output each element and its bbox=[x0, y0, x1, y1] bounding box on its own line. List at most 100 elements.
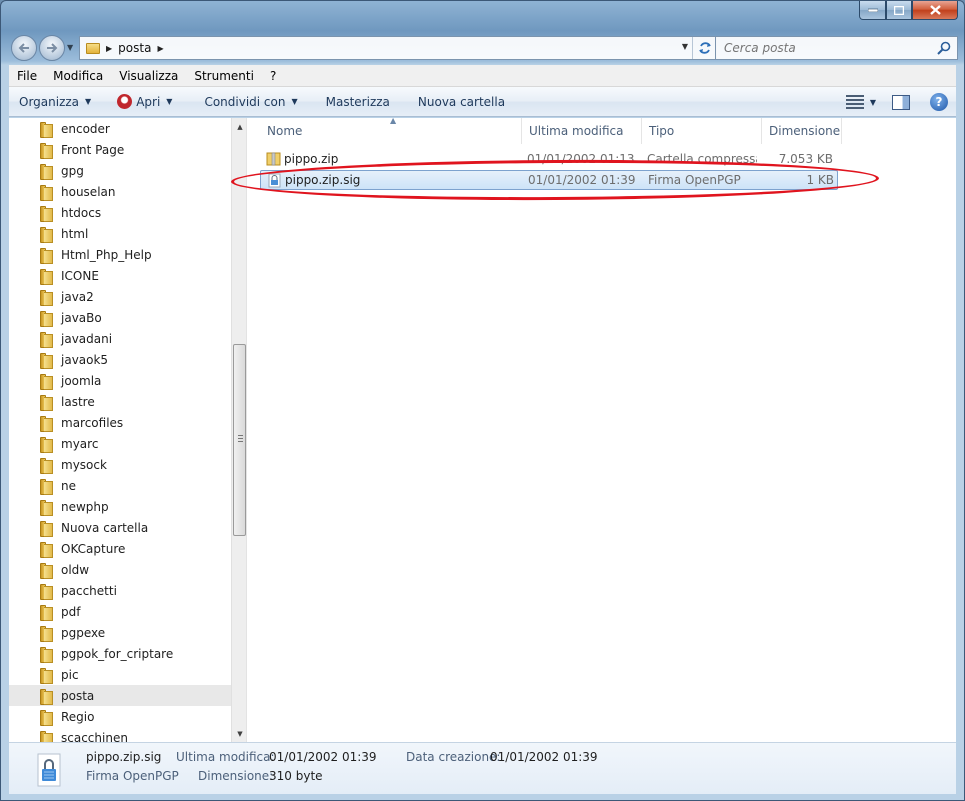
tree-item-label: marcofiles bbox=[61, 415, 124, 430]
tree-item-scacchinen[interactable]: scacchinen bbox=[9, 727, 231, 742]
chevron-right-icon[interactable]: ▶ bbox=[106, 44, 112, 53]
tree-item-label: mysock bbox=[61, 457, 107, 472]
tree-item-oldw[interactable]: oldw bbox=[9, 559, 231, 580]
forward-arrow-icon bbox=[47, 43, 58, 53]
tree-item-pacchetti[interactable]: pacchetti bbox=[9, 580, 231, 601]
tree-item-label: javadani bbox=[61, 331, 113, 346]
tree-item-javabo[interactable]: javaBo bbox=[9, 307, 231, 328]
tree-item-lastre[interactable]: lastre bbox=[9, 391, 231, 412]
tree-item-pdf[interactable]: pdf bbox=[9, 601, 231, 622]
change-view-icon[interactable] bbox=[845, 95, 864, 109]
menu-help[interactable]: ? bbox=[262, 69, 284, 83]
close-button[interactable] bbox=[912, 1, 958, 20]
tree-item-javaok5[interactable]: javaok5 bbox=[9, 349, 231, 370]
folder-icon bbox=[39, 520, 53, 537]
details-file-type: Firma OpenPGP bbox=[86, 769, 179, 783]
tree-item-label: javaBo bbox=[61, 310, 102, 325]
file-list: Nome ▲ Ultima modifica Tipo Dimensione p… bbox=[248, 116, 956, 742]
help-icon[interactable]: ? bbox=[930, 93, 948, 111]
tree-item-htdocs[interactable]: htdocs bbox=[9, 202, 231, 223]
minimize-button[interactable] bbox=[859, 1, 886, 20]
search-box[interactable] bbox=[715, 36, 958, 60]
menu-modifica[interactable]: Modifica bbox=[45, 69, 111, 83]
refresh-button[interactable] bbox=[692, 37, 716, 59]
tree-item-marcofiles[interactable]: marcofiles bbox=[9, 412, 231, 433]
tree-item-joomla[interactable]: joomla bbox=[9, 370, 231, 391]
tree-item-posta[interactable]: posta bbox=[9, 685, 231, 706]
folder-icon bbox=[39, 415, 53, 432]
navigation-pane: encoder Front Page gpg houselan htdocs h… bbox=[9, 118, 247, 742]
tree-item-nuova-cartella[interactable]: Nuova cartella bbox=[9, 517, 231, 538]
tree-item-gpg[interactable]: gpg bbox=[9, 160, 231, 181]
open-label: Apri bbox=[136, 94, 161, 109]
tree-item-java2[interactable]: java2 bbox=[9, 286, 231, 307]
address-dropdown-icon[interactable]: ▼ bbox=[682, 42, 688, 51]
tree-item-myarc[interactable]: myarc bbox=[9, 433, 231, 454]
file-name: pippo.zip bbox=[284, 152, 339, 166]
open-button[interactable]: Apri ▼ bbox=[107, 90, 182, 114]
folder-icon bbox=[39, 121, 53, 138]
view-options-dropdown-icon[interactable]: ▼ bbox=[870, 98, 876, 107]
tree-item-encoder[interactable]: encoder bbox=[9, 118, 231, 139]
new-folder-button[interactable]: Nuova cartella bbox=[408, 90, 515, 114]
scroll-up-arrow-icon[interactable]: ▲ bbox=[232, 118, 246, 135]
menu-strumenti[interactable]: Strumenti bbox=[186, 69, 262, 83]
address-bar[interactable]: ▶ posta ▶ ▼ bbox=[79, 36, 717, 60]
caption-buttons bbox=[859, 1, 958, 21]
back-arrow-icon bbox=[18, 43, 29, 53]
column-header-label: Ultima modifica bbox=[529, 124, 624, 138]
tree-item-regio[interactable]: Regio bbox=[9, 706, 231, 727]
recent-pages-dropdown[interactable]: ▼ bbox=[67, 43, 77, 53]
menu-file[interactable]: File bbox=[9, 69, 45, 83]
tree-item-pic[interactable]: pic bbox=[9, 664, 231, 685]
tree-item-label: Html_Php_Help bbox=[61, 247, 152, 262]
burn-button[interactable]: Masterizza bbox=[316, 90, 400, 114]
tree-scrollbar[interactable]: ▲ ▼ bbox=[231, 118, 246, 742]
column-header-size[interactable]: Dimensione bbox=[762, 118, 842, 144]
tree-item-html-php-help[interactable]: Html_Php_Help bbox=[9, 244, 231, 265]
folder-icon bbox=[39, 289, 53, 306]
maximize-button[interactable] bbox=[886, 1, 912, 20]
chevron-right-icon[interactable]: ▶ bbox=[157, 44, 163, 53]
gpg-app-icon bbox=[117, 94, 133, 109]
folder-icon bbox=[39, 562, 53, 579]
column-header-type[interactable]: Tipo bbox=[642, 118, 762, 144]
search-icon[interactable] bbox=[937, 41, 951, 55]
navigation-bar: ▼ ▶ posta ▶ ▼ bbox=[9, 33, 958, 61]
tree-item-label: Nuova cartella bbox=[61, 520, 149, 535]
tree-item-okcapture[interactable]: OKCapture bbox=[9, 538, 231, 559]
tree-item-mysock[interactable]: mysock bbox=[9, 454, 231, 475]
tree-item-houselan[interactable]: houselan bbox=[9, 181, 231, 202]
tree-item-pgpexe[interactable]: pgpexe bbox=[9, 622, 231, 643]
tree-item-front-page[interactable]: Front Page bbox=[9, 139, 231, 160]
column-header-modified[interactable]: Ultima modifica bbox=[522, 118, 642, 144]
tree-item-newphp[interactable]: newphp bbox=[9, 496, 231, 517]
folder-icon bbox=[39, 226, 53, 243]
column-header-name[interactable]: Nome ▲ bbox=[260, 116, 522, 144]
tree-item-html[interactable]: html bbox=[9, 223, 231, 244]
refresh-icon bbox=[698, 42, 711, 54]
scrollbar-thumb[interactable] bbox=[233, 344, 246, 536]
folder-icon bbox=[39, 142, 53, 159]
details-size-label: Dimensione: bbox=[198, 769, 274, 783]
tree-item-label: oldw bbox=[61, 562, 90, 577]
breadcrumb-posta[interactable]: posta bbox=[118, 41, 151, 55]
explorer-window: ▼ ▶ posta ▶ ▼ File Modifica Visualizza S… bbox=[0, 0, 965, 801]
preview-pane-icon[interactable] bbox=[892, 94, 910, 110]
grip-icon bbox=[238, 435, 243, 442]
scroll-down-arrow-icon[interactable]: ▼ bbox=[232, 725, 246, 742]
maximize-icon bbox=[894, 5, 904, 15]
back-button[interactable] bbox=[11, 35, 37, 61]
tree-item-label: pgpok_for_criptare bbox=[61, 646, 174, 661]
tree-item-ne[interactable]: ne bbox=[9, 475, 231, 496]
tree-item-pgpok-for-criptare[interactable]: pgpok_for_criptare bbox=[9, 643, 231, 664]
tree-item-icone[interactable]: ICONE bbox=[9, 265, 231, 286]
folder-icon bbox=[39, 583, 53, 600]
tree-item-javadani[interactable]: javadani bbox=[9, 328, 231, 349]
menu-visualizza[interactable]: Visualizza bbox=[111, 69, 186, 83]
share-button[interactable]: Condividi con ▼ bbox=[194, 90, 307, 114]
tree-item-label: ne bbox=[61, 478, 76, 493]
forward-button[interactable] bbox=[39, 35, 65, 61]
search-input[interactable] bbox=[724, 41, 924, 55]
organize-button[interactable]: Organizza ▼ bbox=[9, 90, 101, 114]
